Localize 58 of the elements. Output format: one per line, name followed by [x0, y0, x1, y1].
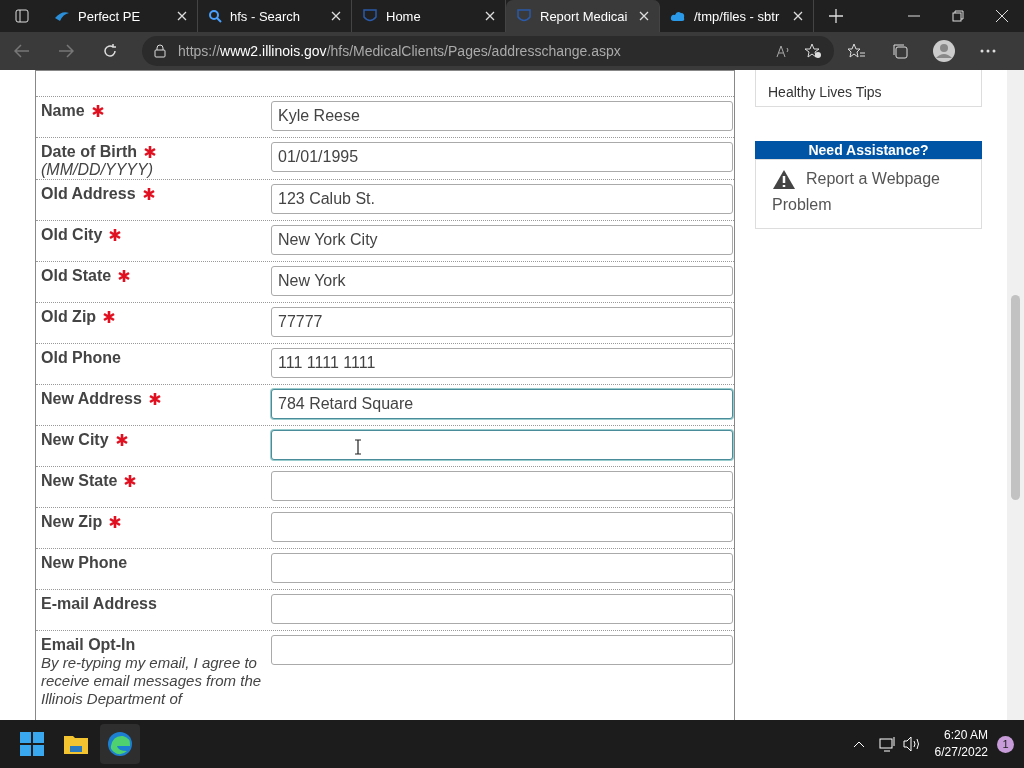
cloud-icon [670, 10, 686, 22]
input-field[interactable]: New York [271, 266, 733, 296]
input-field[interactable]: 123 Calub St. [271, 184, 733, 214]
warning-icon [772, 169, 796, 190]
input-field[interactable]: Kyle Reese [271, 101, 733, 131]
input-field[interactable] [271, 512, 733, 542]
field-label: New Zip [41, 513, 103, 531]
shield-icon [362, 8, 378, 24]
notification-badge[interactable]: 1 [997, 735, 1014, 753]
search-icon [208, 9, 222, 23]
network-icon[interactable] [878, 736, 897, 752]
star-plus-icon[interactable] [804, 43, 822, 59]
close-icon[interactable] [177, 11, 187, 21]
input-field[interactable]: 784 Retard Square [271, 389, 733, 419]
url-text: https://www2.illinois.gov/hfs/MedicalClients/Pages/addresschange.aspx [178, 43, 621, 59]
browser-tab[interactable]: Report Medicai [506, 0, 660, 32]
field-label: Old Address [41, 185, 136, 203]
close-icon[interactable] [639, 11, 649, 21]
field-label: New Address [41, 390, 142, 408]
input-field[interactable]: 77777 [271, 307, 733, 337]
shield-icon [516, 8, 532, 24]
input-field[interactable] [271, 553, 733, 583]
swoosh-icon [54, 10, 70, 22]
lock-icon [154, 44, 166, 58]
text-cursor-icon [354, 439, 362, 455]
field-label: Old Zip [41, 308, 97, 326]
address-bar[interactable]: https://www2.illinois.gov/hfs/MedicalClients/Pages/addresschange.aspx [142, 36, 834, 66]
field-label: Old Phone [41, 349, 121, 367]
field-label: E-mail Address [41, 595, 157, 613]
input-field[interactable] [271, 430, 733, 460]
field-label: New Phone [41, 554, 128, 572]
close-icon[interactable] [485, 11, 495, 21]
browser-icon[interactable] [100, 724, 140, 764]
field-label: New City [41, 431, 109, 449]
field-label: Email Opt-In [41, 636, 136, 654]
read-aloud-icon[interactable] [776, 44, 792, 58]
clock-time: 6:20 AM [942, 727, 988, 744]
field-label: Old City [41, 226, 103, 244]
close-icon[interactable] [331, 11, 341, 21]
assistance-heading: Need Assistance? [755, 141, 982, 159]
close-icon[interactable] [793, 11, 803, 21]
field-label: Date of Birth [41, 143, 137, 161]
field-label: New State [41, 472, 118, 490]
input-field[interactable]: 01/01/1995 [271, 142, 733, 172]
field-label: Name [41, 102, 85, 120]
input-field[interactable] [271, 635, 733, 665]
input-field[interactable]: New York City [271, 225, 733, 255]
field-label: Old State [41, 267, 112, 285]
speaker-icon[interactable] [902, 736, 921, 752]
field-note: By re-typing my email, I agree to receive email messages from the Illinois Department of [41, 654, 263, 708]
input-field[interactable] [271, 594, 733, 624]
input-field[interactable] [271, 471, 733, 501]
scrollbar[interactable] [1007, 70, 1024, 720]
field-hint: (MM/DD/YYYY) [41, 161, 154, 179]
sidebar-link[interactable]: Healthy Lives Tips [755, 70, 982, 107]
input-field[interactable]: 111 1111 1111 [271, 348, 733, 378]
chevron-up-icon[interactable] [852, 740, 865, 748]
clock-date: 6/27/2022 [934, 744, 988, 761]
